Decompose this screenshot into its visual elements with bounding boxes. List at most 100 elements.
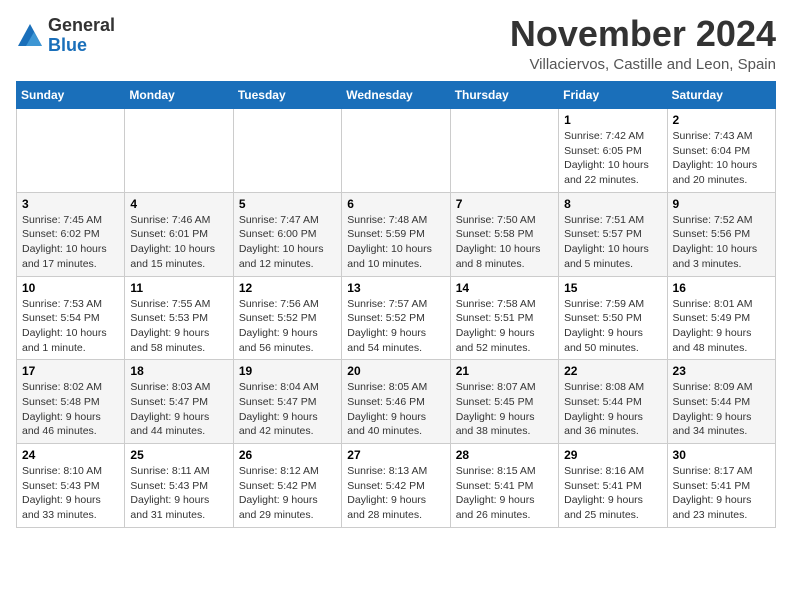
logo-general-text: General <box>48 15 115 35</box>
calendar-day-cell: 15 Sunrise: 7:59 AM Sunset: 5:50 PM Dayli… <box>559 276 667 360</box>
calendar-header-cell: Sunday <box>17 82 125 109</box>
calendar-day-cell: 29 Sunrise: 8:16 AM Sunset: 5:41 PM Dayli… <box>559 444 667 528</box>
calendar-day-cell: 22Sunrise: 8:08 AM Sunset: 5:44 PM Dayli… <box>559 360 667 444</box>
calendar-week-row: 24 Sunrise: 8:10 AM Sunset: 5:43 PM Dayli… <box>17 444 776 528</box>
calendar-header-cell: Tuesday <box>233 82 341 109</box>
month-title: November 2024 <box>510 16 776 52</box>
day-number: 15 <box>564 281 661 295</box>
calendar-day-cell: 8 Sunrise: 7:51 AM Sunset: 5:57 PM Daylig… <box>559 192 667 276</box>
calendar-header-cell: Friday <box>559 82 667 109</box>
day-number: 14 <box>456 281 553 295</box>
day-number: 25 <box>130 448 227 462</box>
logo-blue-text: Blue <box>48 35 87 55</box>
day-number: 21 <box>456 364 553 378</box>
day-info: Sunrise: 7:42 AM Sunset: 6:05 PM Dayligh… <box>564 129 661 188</box>
calendar-day-cell <box>17 109 125 193</box>
day-info: Sunrise: 8:16 AM Sunset: 5:41 PM Dayligh… <box>564 464 661 523</box>
day-number: 5 <box>239 197 336 211</box>
calendar-day-cell: 27 Sunrise: 8:13 AM Sunset: 5:42 PM Dayli… <box>342 444 450 528</box>
day-info: Sunrise: 8:02 AM Sunset: 5:48 PM Dayligh… <box>22 380 119 439</box>
day-number: 2 <box>673 113 770 127</box>
calendar-day-cell: 3 Sunrise: 7:45 AM Sunset: 6:02 PM Daylig… <box>17 192 125 276</box>
calendar-day-cell: 19 Sunrise: 8:04 AM Sunset: 5:47 PM Dayli… <box>233 360 341 444</box>
day-number: 18 <box>130 364 227 378</box>
day-info: Sunrise: 8:07 AM Sunset: 5:45 PM Dayligh… <box>456 380 553 439</box>
calendar-day-cell: 14 Sunrise: 7:58 AM Sunset: 5:51 PM Dayli… <box>450 276 558 360</box>
day-info: Sunrise: 8:13 AM Sunset: 5:42 PM Dayligh… <box>347 464 444 523</box>
day-number: 1 <box>564 113 661 127</box>
day-info: Sunrise: 7:45 AM Sunset: 6:02 PM Dayligh… <box>22 213 119 272</box>
day-number: 23 <box>673 364 770 378</box>
calendar-week-row: 10 Sunrise: 7:53 AM Sunset: 5:54 PM Dayli… <box>17 276 776 360</box>
day-info: Sunrise: 7:56 AM Sunset: 5:52 PM Dayligh… <box>239 297 336 356</box>
day-info: Sunrise: 8:17 AM Sunset: 5:41 PM Dayligh… <box>673 464 770 523</box>
day-number: 29 <box>564 448 661 462</box>
calendar-day-cell: 7 Sunrise: 7:50 AM Sunset: 5:58 PM Daylig… <box>450 192 558 276</box>
day-info: Sunrise: 7:52 AM Sunset: 5:56 PM Dayligh… <box>673 213 770 272</box>
day-number: 3 <box>22 197 119 211</box>
calendar-day-cell: 28Sunrise: 8:15 AM Sunset: 5:41 PM Dayli… <box>450 444 558 528</box>
day-number: 4 <box>130 197 227 211</box>
day-number: 20 <box>347 364 444 378</box>
day-number: 17 <box>22 364 119 378</box>
page-header: General Blue November 2024 Villaciervos,… <box>16 16 776 73</box>
calendar-header-cell: Thursday <box>450 82 558 109</box>
day-number: 16 <box>673 281 770 295</box>
day-info: Sunrise: 7:50 AM Sunset: 5:58 PM Dayligh… <box>456 213 553 272</box>
day-number: 22 <box>564 364 661 378</box>
day-number: 30 <box>673 448 770 462</box>
day-info: Sunrise: 8:11 AM Sunset: 5:43 PM Dayligh… <box>130 464 227 523</box>
day-number: 24 <box>22 448 119 462</box>
calendar-header-cell: Saturday <box>667 82 775 109</box>
day-info: Sunrise: 7:55 AM Sunset: 5:53 PM Dayligh… <box>130 297 227 356</box>
day-info: Sunrise: 8:09 AM Sunset: 5:44 PM Dayligh… <box>673 380 770 439</box>
day-number: 8 <box>564 197 661 211</box>
calendar-day-cell: 17 Sunrise: 8:02 AM Sunset: 5:48 PM Dayli… <box>17 360 125 444</box>
title-area: November 2024 Villaciervos, Castille and… <box>510 16 776 73</box>
day-info: Sunrise: 7:53 AM Sunset: 5:54 PM Dayligh… <box>22 297 119 356</box>
calendar-week-row: 17 Sunrise: 8:02 AM Sunset: 5:48 PM Dayli… <box>17 360 776 444</box>
calendar-day-cell: 13 Sunrise: 7:57 AM Sunset: 5:52 PM Dayli… <box>342 276 450 360</box>
logo-icon <box>16 22 44 50</box>
day-number: 13 <box>347 281 444 295</box>
day-number: 19 <box>239 364 336 378</box>
day-number: 28 <box>456 448 553 462</box>
calendar-day-cell: 18Sunrise: 8:03 AM Sunset: 5:47 PM Dayli… <box>125 360 233 444</box>
day-info: Sunrise: 8:10 AM Sunset: 5:43 PM Dayligh… <box>22 464 119 523</box>
calendar-day-cell: 12 Sunrise: 7:56 AM Sunset: 5:52 PM Dayli… <box>233 276 341 360</box>
day-info: Sunrise: 7:57 AM Sunset: 5:52 PM Dayligh… <box>347 297 444 356</box>
calendar-day-cell: 16 Sunrise: 8:01 AM Sunset: 5:49 PM Dayli… <box>667 276 775 360</box>
calendar-day-cell: 24 Sunrise: 8:10 AM Sunset: 5:43 PM Dayli… <box>17 444 125 528</box>
calendar-day-cell: 21 Sunrise: 8:07 AM Sunset: 5:45 PM Dayli… <box>450 360 558 444</box>
day-info: Sunrise: 7:59 AM Sunset: 5:50 PM Dayligh… <box>564 297 661 356</box>
day-info: Sunrise: 7:43 AM Sunset: 6:04 PM Dayligh… <box>673 129 770 188</box>
calendar-day-cell <box>233 109 341 193</box>
calendar-header-row: SundayMondayTuesdayWednesdayThursdayFrid… <box>17 82 776 109</box>
day-number: 27 <box>347 448 444 462</box>
calendar-day-cell: 9Sunrise: 7:52 AM Sunset: 5:56 PM Daylig… <box>667 192 775 276</box>
day-number: 12 <box>239 281 336 295</box>
day-number: 7 <box>456 197 553 211</box>
day-number: 10 <box>22 281 119 295</box>
calendar-day-cell: 23 Sunrise: 8:09 AM Sunset: 5:44 PM Dayli… <box>667 360 775 444</box>
calendar-day-cell: 26Sunrise: 8:12 AM Sunset: 5:42 PM Dayli… <box>233 444 341 528</box>
calendar-day-cell: 2 Sunrise: 7:43 AM Sunset: 6:04 PM Daylig… <box>667 109 775 193</box>
calendar-day-cell: 30 Sunrise: 8:17 AM Sunset: 5:41 PM Dayli… <box>667 444 775 528</box>
day-info: Sunrise: 8:05 AM Sunset: 5:46 PM Dayligh… <box>347 380 444 439</box>
calendar-day-cell <box>125 109 233 193</box>
calendar-day-cell: 20 Sunrise: 8:05 AM Sunset: 5:46 PM Dayli… <box>342 360 450 444</box>
calendar-header-cell: Wednesday <box>342 82 450 109</box>
day-info: Sunrise: 7:48 AM Sunset: 5:59 PM Dayligh… <box>347 213 444 272</box>
logo: General Blue <box>16 16 115 56</box>
logo-text: General Blue <box>48 16 115 56</box>
day-info: Sunrise: 8:01 AM Sunset: 5:49 PM Dayligh… <box>673 297 770 356</box>
day-info: Sunrise: 7:51 AM Sunset: 5:57 PM Dayligh… <box>564 213 661 272</box>
calendar-day-cell: 5 Sunrise: 7:47 AM Sunset: 6:00 PM Daylig… <box>233 192 341 276</box>
day-info: Sunrise: 7:58 AM Sunset: 5:51 PM Dayligh… <box>456 297 553 356</box>
day-info: Sunrise: 7:47 AM Sunset: 6:00 PM Dayligh… <box>239 213 336 272</box>
calendar-day-cell: 11Sunrise: 7:55 AM Sunset: 5:53 PM Dayli… <box>125 276 233 360</box>
calendar-table: SundayMondayTuesdayWednesdayThursdayFrid… <box>16 81 776 528</box>
day-number: 26 <box>239 448 336 462</box>
day-info: Sunrise: 8:04 AM Sunset: 5:47 PM Dayligh… <box>239 380 336 439</box>
calendar-day-cell <box>450 109 558 193</box>
